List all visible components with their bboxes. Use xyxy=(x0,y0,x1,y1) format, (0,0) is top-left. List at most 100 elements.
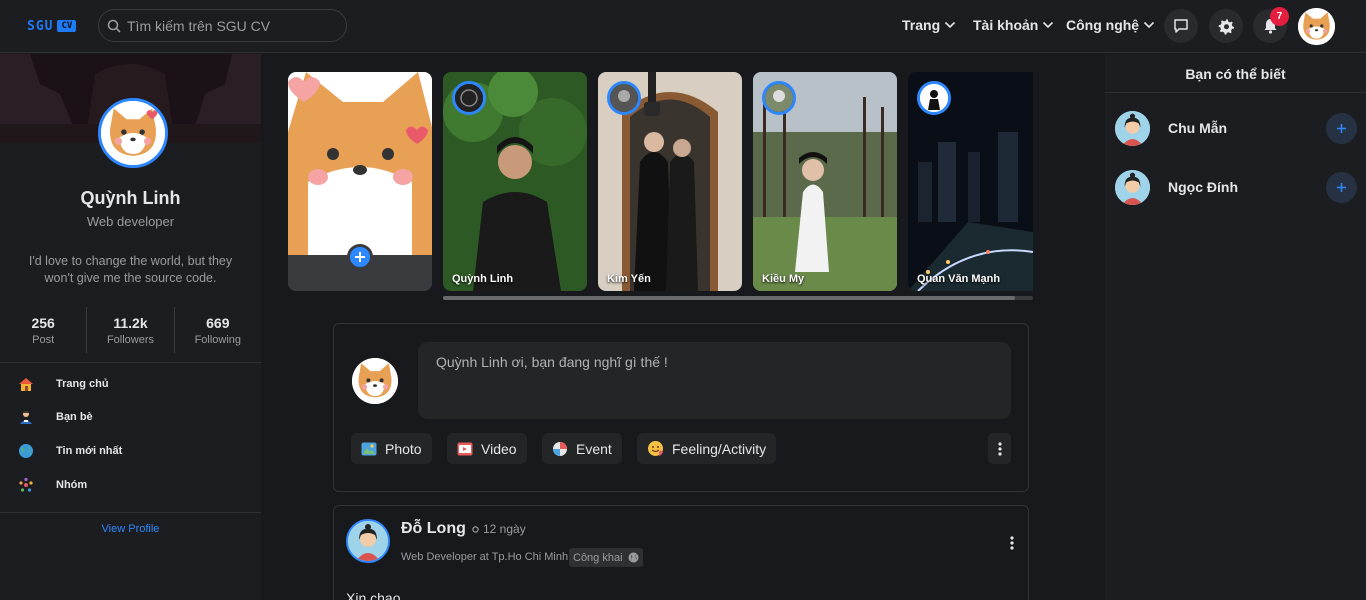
search-box xyxy=(98,9,347,42)
stat-followers[interactable]: 11.2k Followers xyxy=(87,307,173,357)
stat-value: 669 xyxy=(206,315,230,331)
right-sidebar: Bạn có thể biết Chu Mẫn Ngọc Đính xyxy=(1105,54,1366,600)
event-button[interactable]: Event xyxy=(542,433,622,464)
logo-text: SGU xyxy=(27,18,54,34)
post-more-button[interactable] xyxy=(1010,536,1014,555)
home-icon xyxy=(19,378,33,391)
gear-icon xyxy=(1218,18,1234,35)
chevron-down-icon xyxy=(1144,21,1155,29)
logo[interactable]: SGU CV xyxy=(27,18,77,34)
profile-stats: 256 Post 11.2k Followers 669 Following xyxy=(0,307,261,357)
shiba-avatar-image xyxy=(101,101,165,165)
story-avatar xyxy=(452,81,486,115)
nav-label: Tài khoản xyxy=(973,17,1039,33)
messages-button[interactable] xyxy=(1164,9,1198,43)
menu-item-news[interactable]: Tin mới nhất xyxy=(18,443,122,459)
action-label: Event xyxy=(576,440,612,457)
story-card[interactable]: Kiều My xyxy=(753,72,897,291)
more-vertical-icon xyxy=(997,441,1002,456)
girl-avatar-image xyxy=(348,521,388,561)
divider xyxy=(0,362,261,363)
post-text: Xin chao xyxy=(346,590,401,600)
shiba-avatar-image xyxy=(352,358,398,404)
add-friend-button[interactable] xyxy=(1326,113,1357,144)
suggestion-avatar[interactable] xyxy=(1115,111,1150,146)
suggestion-name[interactable]: Ngọc Đính xyxy=(1168,179,1238,195)
globe-icon xyxy=(19,444,33,458)
more-vertical-icon xyxy=(1010,536,1014,550)
post-time: 12 ngày xyxy=(472,522,526,536)
story-avatar xyxy=(762,81,796,115)
video-icon xyxy=(457,442,473,455)
suggestion-item: Ngọc Đính xyxy=(1115,168,1366,208)
left-sidebar: Quỳnh Linh Web developer I'd love to cha… xyxy=(0,54,261,600)
event-icon xyxy=(553,441,567,456)
logo-tag: CV xyxy=(57,20,77,32)
story-name: Kim Yến xyxy=(607,273,651,285)
girl-avatar-image xyxy=(1115,170,1150,205)
stories-scrollbar[interactable] xyxy=(443,296,1033,300)
menu-label: Bạn bè xyxy=(56,411,93,423)
menu-label: Tin mới nhất xyxy=(56,445,123,457)
action-label: Feeling/Activity xyxy=(672,440,767,457)
nav-cong-nghe[interactable]: Công nghệ xyxy=(1066,17,1155,33)
story-avatar xyxy=(607,81,641,115)
stat-value: 11.2k xyxy=(113,315,148,331)
composer-more-button[interactable] xyxy=(988,433,1011,464)
profile-avatar[interactable] xyxy=(98,98,168,168)
profile-name: Quỳnh Linh xyxy=(80,188,181,208)
divider xyxy=(1105,92,1366,93)
add-story-button[interactable] xyxy=(347,244,373,270)
clock-icon xyxy=(472,525,479,533)
post-author-name[interactable]: Đỗ Long xyxy=(401,520,466,538)
shiba-avatar-image xyxy=(1298,8,1335,45)
stat-value: 256 xyxy=(31,315,55,331)
search-input[interactable] xyxy=(127,17,337,34)
action-label: Photo xyxy=(385,440,422,457)
top-bar: SGU CV Trang Tài khoản Công nghệ 7 xyxy=(0,0,1366,53)
menu-item-groups[interactable]: Nhóm xyxy=(18,477,87,493)
suggestion-avatar[interactable] xyxy=(1115,170,1150,205)
add-friend-button[interactable] xyxy=(1326,172,1357,203)
story-card[interactable]: Quan Văn Mạnh xyxy=(908,72,1033,291)
story-name: Kiều My xyxy=(762,273,805,285)
photo-icon xyxy=(361,442,377,455)
feeling-activity-button[interactable]: Feeling/Activity xyxy=(637,433,777,464)
suggestion-name[interactable]: Chu Mẫn xyxy=(1168,120,1227,136)
menu-item-home[interactable]: Trang chủ xyxy=(18,376,109,392)
stat-following[interactable]: 669 Following xyxy=(175,307,261,357)
nav-tai-khoan[interactable]: Tài khoản xyxy=(973,17,1054,33)
user-avatar[interactable] xyxy=(1298,8,1335,45)
stat-posts[interactable]: 256 Post xyxy=(0,307,86,357)
video-button[interactable]: Video xyxy=(447,433,527,464)
chevron-down-icon xyxy=(1043,21,1054,29)
plus-icon xyxy=(1337,124,1346,133)
privacy-label: Công khai xyxy=(573,551,623,564)
post-author-subtitle: Web Developer at Tp.Ho Chi Minh xyxy=(401,551,569,563)
girl-avatar-image xyxy=(1115,111,1150,146)
shiba-story-image xyxy=(288,72,432,255)
post-author-avatar[interactable] xyxy=(346,519,390,563)
post-privacy-badge[interactable]: Công khai xyxy=(569,548,643,567)
create-story-card[interactable] xyxy=(288,72,432,291)
suggestions-title: Bạn có thể biết xyxy=(1185,66,1286,82)
nav-trang[interactable]: Trang xyxy=(902,17,956,33)
story-card[interactable]: Kim Yến xyxy=(598,72,742,291)
view-profile-link[interactable]: View Profile xyxy=(0,523,261,535)
chevron-down-icon xyxy=(945,21,956,29)
feeling-icon xyxy=(648,441,663,456)
stat-label: Post xyxy=(32,334,55,346)
globe-icon xyxy=(628,552,639,563)
scrollbar-thumb[interactable] xyxy=(443,296,1015,300)
composer-input[interactable]: Quỳnh Linh ơi, bạn đang nghĩ gì thế ! xyxy=(418,342,1011,419)
plus-icon xyxy=(355,252,365,262)
menu-item-friends[interactable]: Bạn bè xyxy=(18,409,93,425)
profile-bio: I'd love to change the world, but they w… xyxy=(28,254,233,285)
settings-button[interactable] xyxy=(1209,9,1243,43)
photo-button[interactable]: Photo xyxy=(351,433,432,464)
menu-label: Nhóm xyxy=(56,479,88,491)
story-card[interactable]: Quỳnh Linh xyxy=(443,72,587,291)
profile-role: Web developer xyxy=(86,214,175,229)
friends-icon xyxy=(20,411,32,424)
suggestion-item: Chu Mẫn xyxy=(1115,109,1366,149)
